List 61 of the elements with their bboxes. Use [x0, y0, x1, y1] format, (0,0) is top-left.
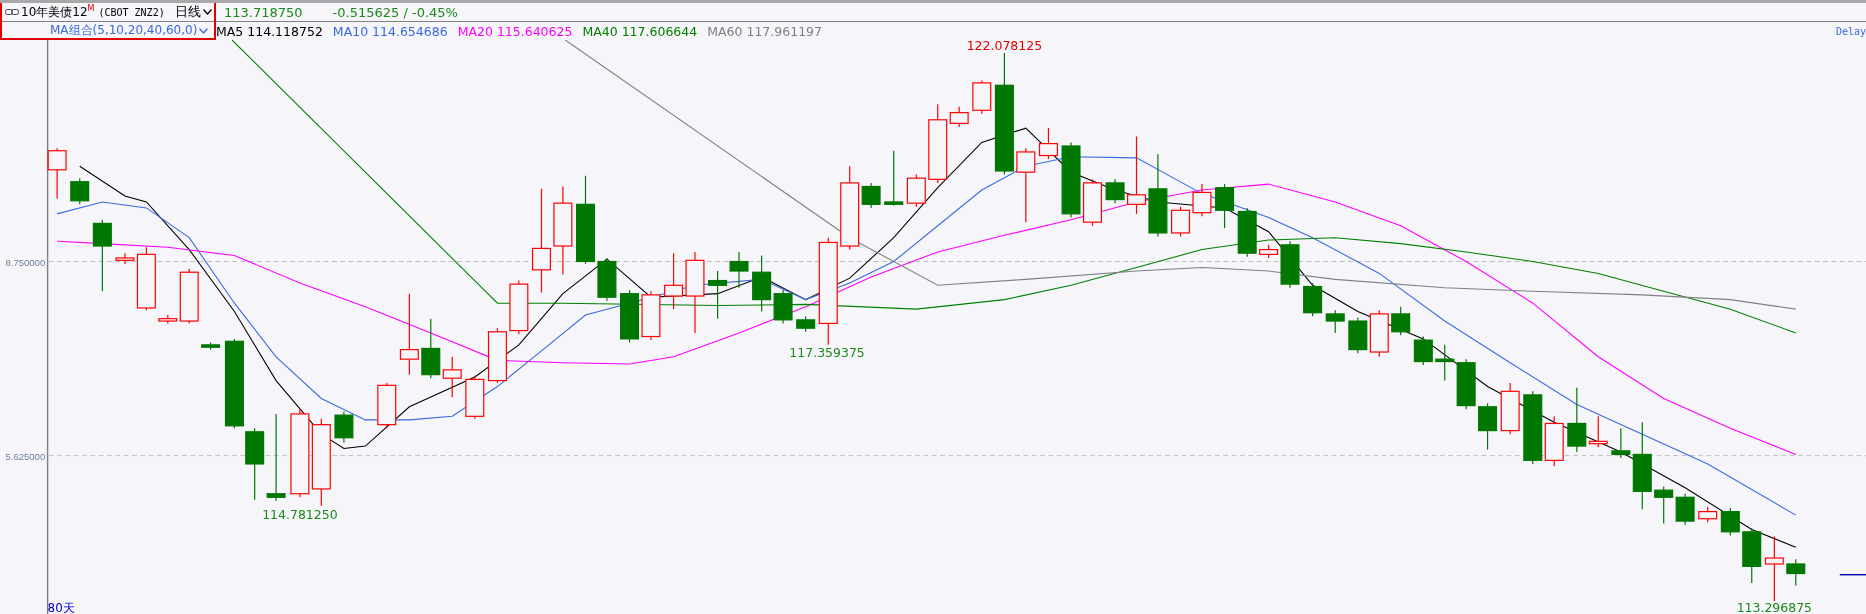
candlestick: [1435, 344, 1455, 382]
candlestick: [70, 177, 90, 205]
candlestick: [1348, 316, 1368, 354]
candlestick: [1171, 206, 1191, 238]
candlestick: [1742, 527, 1762, 584]
candlestick: [1764, 536, 1784, 602]
candlestick: [1192, 183, 1212, 217]
candlestick: [201, 341, 221, 351]
symbol-name: 10年美债12$^{M}$: [21, 3, 95, 21]
y-axis-label: 8.750000: [5, 256, 46, 268]
candlestick: [1500, 382, 1520, 435]
candlestick: [377, 382, 397, 429]
price-change: -0.515625 / -0.45%: [332, 4, 458, 20]
candlestick: [1478, 402, 1498, 451]
candlestick: [796, 315, 816, 333]
candlestick: [729, 251, 749, 289]
ma-group-dropdown[interactable]: MA组合(5,10,20,40,60,0): [50, 22, 209, 39]
period-count: 80天: [47, 600, 75, 614]
candlestick: [1698, 506, 1718, 523]
candlestick: [1303, 282, 1323, 317]
candlestick: [1391, 306, 1411, 336]
current-price-marker: [1839, 574, 1866, 576]
candlestick: [1654, 486, 1674, 525]
candlestick: [641, 290, 661, 341]
symbol-code: (CBOT ZNZ2): [98, 6, 165, 18]
candlestick: [465, 375, 485, 420]
candlestick: [972, 79, 992, 115]
y-axis-label: 5.625000: [5, 450, 46, 462]
candlestick: [1720, 507, 1740, 536]
price-label: 113.296875: [1736, 599, 1813, 614]
last-price: 113.718750: [224, 4, 303, 20]
ma-legend: MA10 114.654686: [332, 23, 448, 39]
price-label: 122.078125: [966, 40, 1043, 53]
candlestick: [1215, 183, 1235, 229]
chevron-down-icon: [199, 27, 209, 34]
candlestick: [708, 270, 728, 320]
candlestick: [1369, 309, 1389, 358]
candlestick: [47, 147, 67, 199]
candlestick: [487, 327, 507, 384]
ma-legend: MA20 115.640625: [457, 23, 573, 39]
ma-legend: MA40 117.606644: [582, 23, 698, 39]
candlestick: [906, 173, 926, 208]
candlestick: [620, 289, 640, 344]
candlestick: [1786, 558, 1806, 586]
price-label: 117.359375: [789, 344, 865, 360]
candlestick: [1325, 309, 1345, 334]
period-dropdown[interactable]: 日线: [174, 3, 212, 21]
delay-label: Delay: [1835, 25, 1866, 37]
price-label: 114.781250: [262, 506, 338, 522]
candlestick: [509, 279, 529, 335]
candlestick: [1237, 207, 1257, 258]
link-icon: [5, 8, 19, 16]
ma-legend: MA60 117.961197: [707, 23, 823, 39]
candlestick: [1456, 358, 1476, 410]
chevron-down-icon: [202, 9, 212, 15]
candlestick: [884, 150, 904, 207]
candlestick: [334, 410, 354, 444]
candlestick: [1038, 127, 1058, 160]
ma-legend: MA5 114.118752: [216, 23, 323, 39]
candlestick: [1413, 335, 1433, 366]
candlestick: [1675, 493, 1695, 526]
